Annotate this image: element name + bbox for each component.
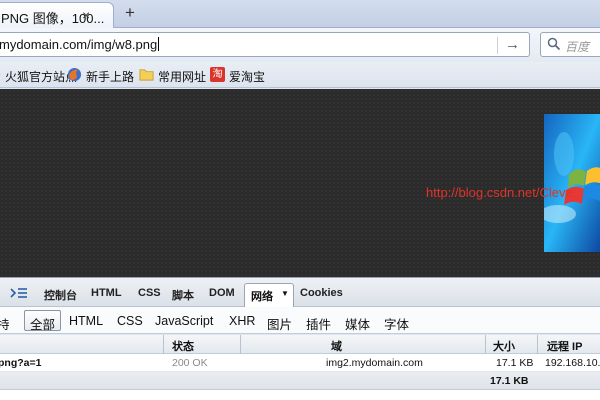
tab-css[interactable]: CSS bbox=[138, 287, 161, 299]
filter-all[interactable]: 全部 bbox=[24, 310, 61, 332]
search-placeholder: 百度 bbox=[565, 40, 590, 54]
address-text[interactable]: mydomain.com/img/w8.png bbox=[0, 37, 160, 52]
firefox-icon bbox=[67, 67, 82, 82]
total-size: 17.1 KB bbox=[490, 375, 529, 387]
network-summary-row: 17.1 KB bbox=[0, 372, 600, 390]
filter-css[interactable]: CSS bbox=[117, 314, 143, 328]
tab-network-label: 网络 bbox=[251, 291, 273, 303]
navigation-bar: mydomain.com/img/w8.png → 百度 bbox=[0, 28, 600, 62]
filter-media[interactable]: 媒体 bbox=[345, 314, 370, 333]
column-divider bbox=[163, 335, 164, 354]
table-row[interactable]: png?a=1 200 OK img2.mydomain.com 17.1 KB… bbox=[0, 354, 600, 372]
filter-all-label: 全部 bbox=[30, 318, 56, 332]
bookmark-label: 爱淘宝 bbox=[229, 70, 266, 84]
request-url: png?a=1 bbox=[0, 357, 42, 369]
watermark-text: http://blog.csdn.net/Cleve bbox=[426, 185, 573, 200]
new-tab-button[interactable]: + bbox=[120, 4, 140, 22]
column-remote-ip[interactable]: 远程 IP bbox=[547, 338, 582, 354]
close-tab-icon[interactable]: × bbox=[82, 8, 90, 22]
firefox-icon bbox=[0, 73, 1, 76]
request-domain: img2.mydomain.com bbox=[326, 357, 423, 369]
folder-icon bbox=[139, 69, 154, 81]
filter-persist[interactable]: 持 bbox=[0, 314, 10, 333]
column-divider bbox=[485, 335, 486, 354]
tab-script[interactable]: 脚本 bbox=[172, 287, 194, 303]
browser-tab[interactable]: PNG 图像，100... × bbox=[0, 2, 114, 28]
tab-dom[interactable]: DOM bbox=[209, 287, 235, 299]
request-status: 200 OK bbox=[172, 357, 208, 369]
filter-images[interactable]: 图片 bbox=[267, 314, 292, 333]
filter-javascript[interactable]: JavaScript bbox=[155, 314, 213, 328]
filter-plugins[interactable]: 插件 bbox=[306, 314, 331, 333]
filter-xhr[interactable]: XHR bbox=[229, 314, 255, 328]
taobao-icon: 淘 bbox=[210, 67, 225, 82]
text-caret bbox=[158, 37, 160, 51]
search-icon bbox=[547, 37, 561, 51]
search-input[interactable]: 百度 bbox=[540, 32, 600, 57]
tab-html[interactable]: HTML bbox=[91, 287, 122, 299]
inspect-icon[interactable] bbox=[10, 286, 28, 300]
windows-wallpaper-image bbox=[544, 114, 600, 252]
column-size[interactable]: 大小 bbox=[493, 338, 515, 354]
request-size: 17.1 KB bbox=[496, 357, 534, 369]
tab-network[interactable]: 网络 ▼ bbox=[244, 283, 294, 308]
filter-fonts[interactable]: 字体 bbox=[384, 314, 409, 333]
firebug-toolbar: 控制台 HTML CSS 脚本 DOM 网络 ▼ Cookies bbox=[0, 277, 600, 308]
go-arrow-icon[interactable]: → bbox=[505, 36, 520, 53]
column-divider bbox=[537, 335, 538, 354]
address-divider bbox=[497, 37, 498, 54]
column-divider bbox=[240, 335, 241, 354]
image-viewer bbox=[0, 89, 600, 277]
column-status[interactable]: 状态 bbox=[172, 338, 194, 354]
tab-cookies[interactable]: Cookies bbox=[300, 287, 343, 299]
chevron-down-icon: ▼ bbox=[281, 289, 289, 298]
tab-console[interactable]: 控制台 bbox=[44, 287, 77, 303]
firebug-panel-bottom bbox=[0, 390, 600, 400]
column-domain[interactable]: 域 bbox=[331, 338, 342, 354]
tab-strip: PNG 图像，100... × + bbox=[0, 0, 600, 28]
network-table-header: 状态 域 大小 远程 IP bbox=[0, 335, 600, 354]
bookmarks-bar: 火狐官方站点 新手上路 常用网址 淘 爱淘宝 bbox=[0, 62, 600, 88]
address-bar[interactable]: mydomain.com/img/w8.png → bbox=[0, 32, 530, 57]
network-filter-bar: 持 全部 HTML CSS JavaScript XHR 图片 插件 媒体 字体 bbox=[0, 307, 600, 334]
bookmark-label: 常用网址 bbox=[158, 70, 207, 84]
request-remote-ip: 192.168.10.1 bbox=[545, 357, 600, 369]
bookmark-label: 新手上路 bbox=[86, 70, 135, 84]
filter-html[interactable]: HTML bbox=[69, 314, 103, 328]
